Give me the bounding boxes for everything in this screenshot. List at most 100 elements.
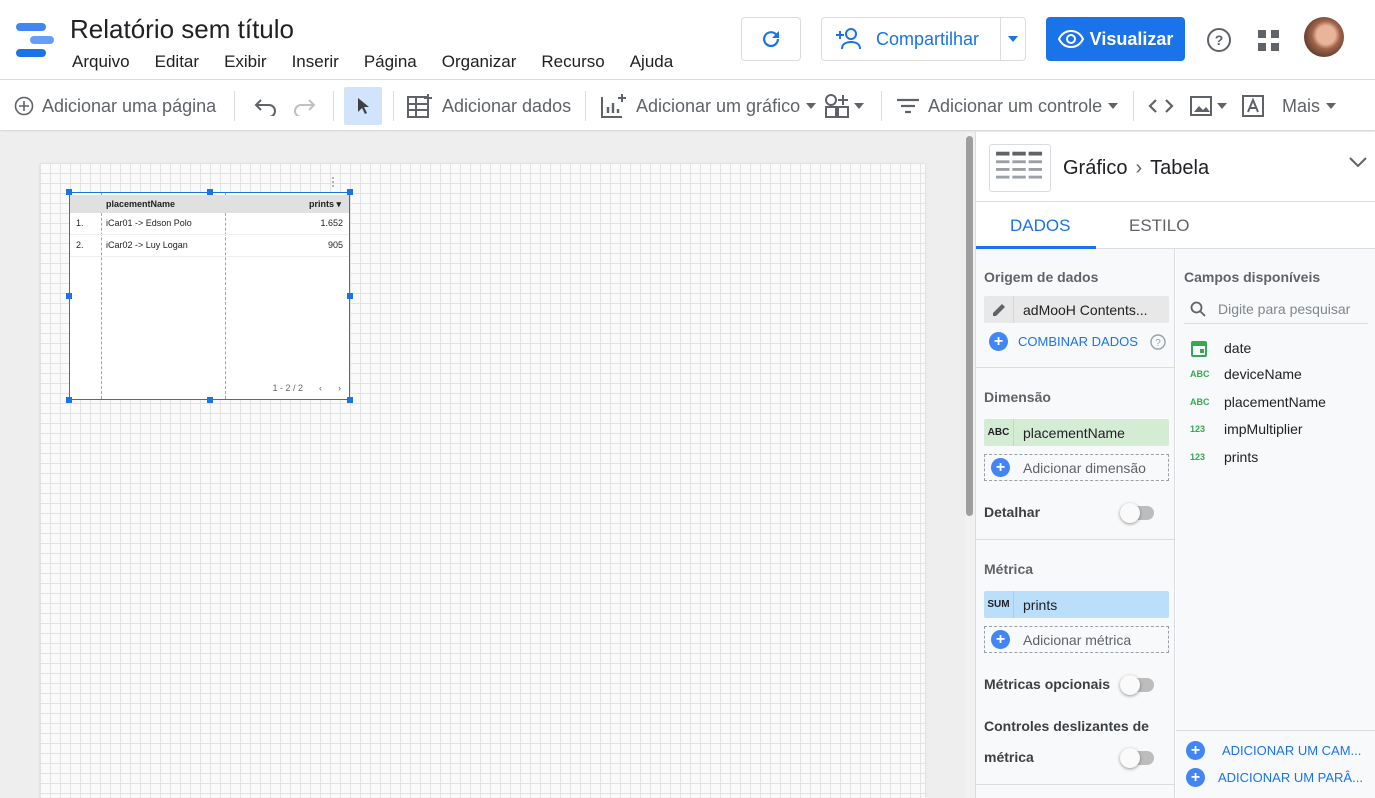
table-pager: 1 - 2 / 2 ‹ › (272, 383, 341, 393)
toolbar: Adicionar uma página Adicionar dados Adi… (0, 81, 1375, 131)
avatar[interactable] (1304, 17, 1344, 57)
text-box-button[interactable] (1234, 87, 1272, 125)
chevron-down-icon[interactable] (1348, 156, 1368, 168)
undo-button[interactable] (248, 87, 284, 125)
caret-down-icon (1108, 103, 1119, 109)
text-type-tag: ABC (1190, 397, 1210, 407)
add-metric-button[interactable]: + Adicionar métrica (984, 626, 1169, 653)
menu-ajuda[interactable]: Ajuda (630, 52, 673, 72)
report-page[interactable]: placementName prints ▾ 1. iCar01 -> Edso… (40, 163, 925, 798)
resize-handle[interactable] (347, 189, 353, 195)
next-page-icon[interactable]: › (338, 383, 341, 393)
breadcrumb-chart: Gráfico (1063, 157, 1128, 179)
resize-handle[interactable] (207, 397, 213, 403)
data-source-pill[interactable]: adMooH Contents... (984, 296, 1169, 323)
resize-handle[interactable] (207, 189, 213, 195)
metric-title: Métrica (984, 561, 1034, 577)
report-canvas: placementName prints ▾ 1. iCar01 -> Edso… (0, 132, 965, 798)
prev-page-icon[interactable]: ‹ (319, 383, 322, 393)
add-dimension-button[interactable]: + Adicionar dimensão (984, 454, 1169, 481)
toolbar-divider (1133, 91, 1134, 121)
field-search[interactable]: Digite para pesquisar (1184, 294, 1368, 324)
data-config-column: Origem de dados adMooH Contents... + COM… (976, 249, 1175, 798)
add-control-button[interactable]: Adicionar um controle (890, 87, 1124, 125)
redo-icon (294, 99, 316, 116)
add-dimension-label: Adicionar dimensão (1023, 459, 1146, 476)
plus-icon: + (991, 458, 1010, 477)
optional-metrics-toggle[interactable] (1120, 675, 1154, 695)
table-chart[interactable]: placementName prints ▾ 1. iCar01 -> Edso… (69, 192, 350, 400)
apps-grid-icon[interactable] (1258, 30, 1280, 52)
tab-style[interactable]: ESTILO (1129, 216, 1189, 236)
column-header-prints[interactable]: prints ▾ (309, 199, 341, 210)
code-icon (1148, 99, 1174, 113)
menu-inserir[interactable]: Inserir (292, 52, 339, 72)
edit-pencil-icon[interactable] (984, 296, 1014, 323)
embed-url-button[interactable] (1142, 87, 1180, 125)
drill-down-label: Detalhar (984, 504, 1041, 520)
add-control-label: Adicionar um controle (928, 95, 1103, 116)
menu-pagina[interactable]: Página (364, 52, 417, 72)
column-header-placementname[interactable]: placementName (106, 199, 175, 209)
dimension-pill[interactable]: ABC placementName (984, 419, 1169, 446)
help-circle-icon[interactable]: ? (1150, 334, 1166, 350)
help-icon[interactable]: ? (1206, 27, 1232, 53)
field-item-date[interactable]: date (1190, 339, 1251, 357)
metric-sliders-toggle[interactable] (1120, 748, 1154, 768)
caret-down-icon (1217, 103, 1227, 109)
field-name: placementName (1224, 394, 1326, 410)
drill-down-toggle[interactable] (1120, 503, 1154, 523)
add-field-label: ADICIONAR UM CAM... (1222, 743, 1362, 758)
scrollbar-thumb[interactable] (966, 136, 973, 516)
table-row[interactable]: 2. iCar02 -> Luy Logan 905 (70, 235, 349, 257)
search-icon (1190, 301, 1206, 317)
share-label: Compartilhar (876, 28, 980, 49)
field-item-impmultiplier[interactable]: 123 impMultiplier (1190, 421, 1303, 437)
tab-data[interactable]: DADOS (1010, 216, 1070, 236)
table-row[interactable]: 1. iCar01 -> Edson Polo 1.652 (70, 213, 349, 235)
view-button[interactable]: Visualizar (1046, 17, 1185, 61)
caret-down-icon (1326, 103, 1337, 109)
plus-icon: + (1186, 768, 1205, 787)
redo-button[interactable] (286, 87, 322, 125)
properties-panel: Gráfico › Tabela DADOS ESTILO Origem de … (975, 132, 1375, 798)
more-button[interactable]: Mais (1276, 87, 1342, 125)
resize-handle[interactable] (347, 397, 353, 403)
resize-handle[interactable] (66, 293, 72, 299)
section-divider (1176, 730, 1375, 731)
menu-organizar[interactable]: Organizar (442, 52, 517, 72)
community-viz-button[interactable] (818, 87, 870, 125)
image-button[interactable] (1183, 87, 1233, 125)
field-item-prints[interactable]: 123 prints (1190, 449, 1258, 465)
share-button[interactable]: Compartilhar (822, 18, 1001, 60)
refresh-button[interactable] (741, 17, 801, 61)
add-page-button[interactable]: Adicionar uma página (8, 87, 222, 125)
blend-data-button[interactable]: + COMBINAR DADOS (989, 332, 1138, 351)
field-item-devicename[interactable]: ABC deviceName (1190, 366, 1302, 382)
data-studio-logo[interactable] (16, 20, 56, 60)
menu-recurso[interactable]: Recurso (541, 52, 604, 72)
field-name: date (1224, 340, 1252, 356)
canvas-scrollbar[interactable] (965, 132, 975, 798)
add-data-button[interactable]: Adicionar dados (400, 87, 577, 125)
resize-handle[interactable] (66, 189, 72, 195)
share-options-button[interactable] (1001, 36, 1025, 42)
table-chart-icon[interactable] (989, 144, 1051, 192)
select-tool-button[interactable] (344, 87, 382, 125)
menu-bar: Arquivo Editar Exibir Inserir Página Org… (72, 52, 698, 72)
eye-icon (1057, 30, 1084, 48)
more-vert-icon[interactable] (331, 176, 335, 188)
resize-handle[interactable] (347, 293, 353, 299)
resize-handle[interactable] (66, 397, 72, 403)
add-chart-button[interactable]: Adicionar um gráfico (594, 87, 822, 125)
menu-exibir[interactable]: Exibir (224, 52, 267, 72)
report-title[interactable]: Relatório sem título (70, 14, 294, 45)
row-number: 2. (76, 240, 84, 250)
menu-arquivo[interactable]: Arquivo (72, 52, 130, 72)
metric-pill[interactable]: SUM prints (984, 591, 1169, 618)
add-parameter-button[interactable]: + ADICIONAR UM PARÂ... (1186, 768, 1363, 787)
add-field-button[interactable]: + ADICIONAR UM CAM... (1186, 741, 1361, 760)
menu-editar[interactable]: Editar (155, 52, 199, 72)
field-item-placementname[interactable]: ABC placementName (1190, 394, 1326, 410)
plus-icon: + (989, 332, 1008, 351)
